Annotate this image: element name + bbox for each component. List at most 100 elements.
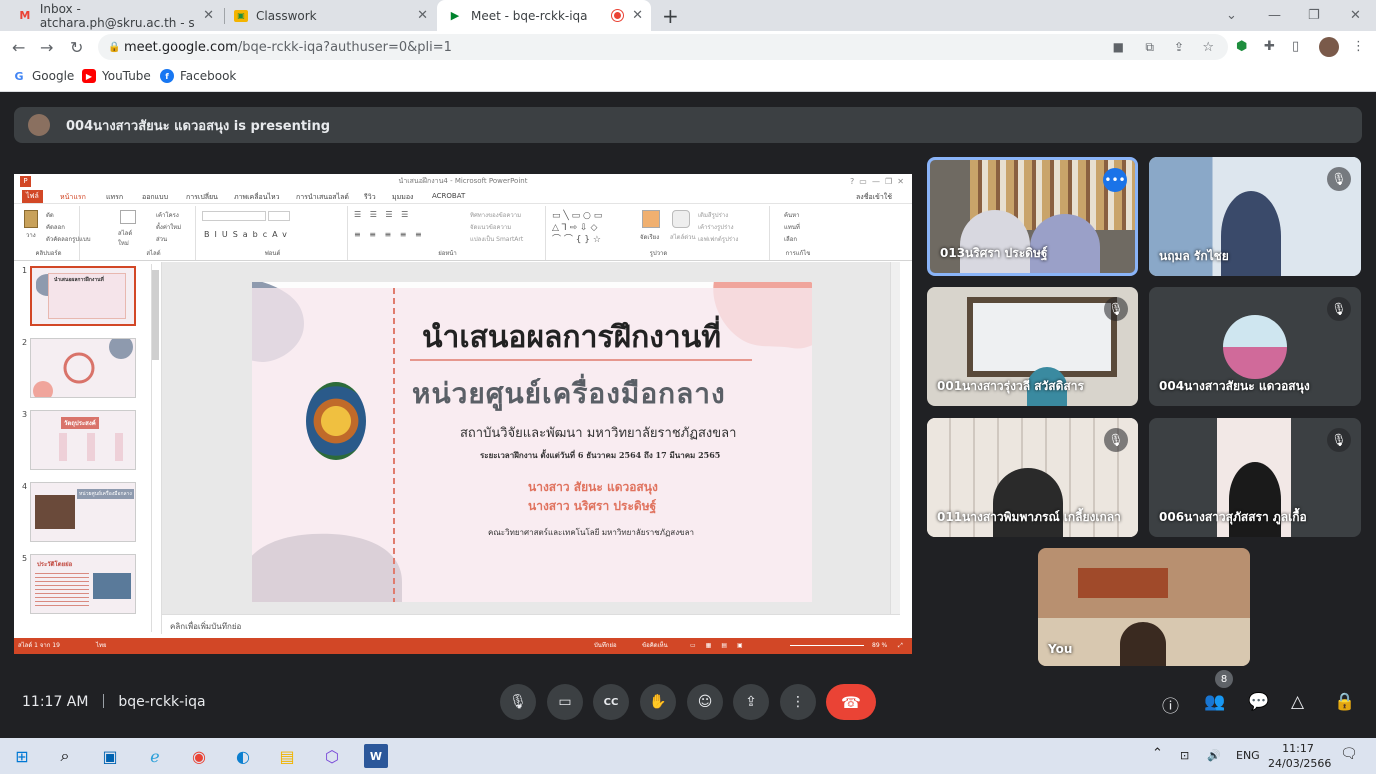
camera-icon[interactable]: ■ [1113, 40, 1124, 54]
ppt-tab-acrobat[interactable]: ACROBAT [432, 192, 465, 200]
tab-search-icon[interactable]: ⌄ [1226, 0, 1237, 31]
volume-icon[interactable]: 🔊 [1207, 749, 1221, 762]
ppt-tab-slideshow[interactable]: การนำเสนอสไลด์ [296, 192, 349, 203]
leave-call-button[interactable]: ☎ [826, 684, 876, 720]
back-icon[interactable]: ← [12, 38, 25, 57]
host-controls-icon[interactable]: 🔒 [1334, 692, 1355, 712]
arrange-icon[interactable] [642, 210, 660, 228]
participant-tile-5[interactable]: 🎙 011นางสาวพิมพาภรณ์ เกลี้ยงเกลา [927, 418, 1138, 537]
zoom-slider[interactable] [790, 645, 864, 646]
notes-pane[interactable]: คลิกเพื่อเพิ่มบันทึกย่อ [162, 614, 900, 634]
browser-menu-icon[interactable]: ⋮ [1352, 39, 1365, 54]
shapes-gallery[interactable]: ▭ ╲ ▭ ○ ▭ △ ⅂ ⇨ ⇩ ◇ ⌒ ⌒ { } ☆ [552, 210, 636, 245]
present-button[interactable]: ⇪ [733, 684, 769, 720]
bookmark-youtube[interactable]: ▶ YouTube [82, 69, 151, 83]
input-language[interactable]: ENG [1236, 749, 1260, 762]
minimize-button[interactable]: — [1268, 0, 1281, 31]
ppt-tab-design[interactable]: ออกแบบ [142, 192, 168, 203]
paragraph-icons[interactable]: ☰ ☰ ☰ ☰ [354, 210, 411, 219]
ie-icon[interactable]: ℯ [143, 744, 167, 768]
word-icon[interactable]: W [364, 744, 388, 768]
network-icon[interactable]: ⊡ [1180, 749, 1189, 762]
translate-icon[interactable]: ⧉ [1145, 40, 1154, 55]
close-tab-icon[interactable]: ✕ [632, 8, 643, 23]
app-icon[interactable]: ⬡ [320, 744, 344, 768]
chrome-icon[interactable]: ◉ [187, 744, 211, 768]
ppt-tab-view[interactable]: มุมมอง [392, 192, 413, 203]
bookmark-google[interactable]: G Google [12, 69, 74, 83]
ppt-tab-animations[interactable]: ภาพเคลื่อนไหว [234, 192, 280, 203]
activities-icon[interactable]: △ [1291, 692, 1304, 712]
search-icon[interactable]: ⌕ [53, 744, 77, 768]
ppt-tab-home[interactable]: หน้าแรก [60, 192, 86, 203]
share-icon[interactable]: ⇪ [1174, 40, 1184, 54]
new-tab-button[interactable]: + [662, 0, 679, 31]
ppt-tab-file[interactable]: ไฟล์ [22, 190, 43, 203]
slide-thumbnail-3[interactable]: วัตถุประสงค์ [30, 410, 136, 470]
more-options-button[interactable]: ⋮ [780, 684, 816, 720]
participant-tile-4[interactable]: 🎙 004นางสาวสัยนะ แดวอสนุง [1149, 287, 1361, 406]
camera-button[interactable]: ▭ [547, 684, 583, 720]
url-bar[interactable]: 🔒 meet.google.com/bqe-rckk-iqa?authuser=… [98, 34, 1228, 60]
captions-button[interactable]: CC [593, 684, 629, 720]
tab-classwork[interactable]: ▣ Classwork ✕ [224, 0, 436, 31]
file-explorer-icon[interactable]: ▤ [275, 744, 299, 768]
fit-slide-icon[interactable]: ⤢ [898, 638, 903, 654]
quick-styles-icon[interactable] [672, 210, 690, 228]
font-name-box[interactable] [202, 211, 266, 221]
canvas-scrollbar[interactable] [890, 262, 900, 614]
chat-icon[interactable]: 💬 [1248, 692, 1269, 712]
forward-icon[interactable]: → [40, 38, 53, 57]
edge-icon[interactable]: ◐ [231, 744, 255, 768]
extensions-puzzle-icon[interactable]: ✚ [1264, 39, 1275, 54]
slide-canvas[interactable]: นำเสนอผลการฝึกงานที่ หน่วยศูนย์เครื่องมื… [162, 262, 900, 614]
participant-tile-6[interactable]: 🎙 006นางสาวสุภัสสรา ภูลเกื้อ [1149, 418, 1361, 537]
ppt-tab-insert[interactable]: แทรก [106, 192, 123, 203]
notifications-icon[interactable]: 🗨 [1340, 746, 1358, 762]
profile-avatar[interactable] [1319, 37, 1339, 57]
slide-thumbnail-5[interactable]: ประวัติโดยย่อ [30, 554, 136, 614]
more-options-icon[interactable]: ••• [1103, 168, 1127, 192]
thumb-scrollbar[interactable] [151, 264, 159, 632]
bookmark-facebook[interactable]: f Facebook [160, 69, 236, 83]
tab-gmail[interactable]: M Inbox - atchara.ph@skru.ac.th - s ✕ [8, 0, 222, 31]
font-size-box[interactable] [268, 211, 290, 221]
people-icon[interactable]: 👥 [1204, 692, 1225, 712]
maximize-button[interactable]: ❐ [1308, 0, 1320, 31]
view-buttons[interactable]: ▭▦▤▣ [690, 638, 753, 654]
align-icons[interactable]: ≡ ≡ ≡ ≡ ≡ [354, 230, 425, 239]
participant-tile-1[interactable]: ••• 013นริศรา ประดิษฐ์ [927, 157, 1138, 276]
bookmark-star-icon[interactable]: ☆ [1202, 40, 1214, 55]
microphone-button[interactable]: 🎙 [500, 684, 536, 720]
tray-chevron-icon[interactable]: ⌃ [1152, 746, 1163, 761]
new-slide-icon[interactable] [120, 210, 136, 224]
taskbar-clock[interactable]: 11:17 24/03/2566 [1268, 741, 1331, 771]
participant-tile-2[interactable]: 🎙 นฤมล รักไชย [1149, 157, 1361, 276]
reload-icon[interactable]: ↻ [70, 38, 83, 57]
participant-tile-3[interactable]: 🎙 001นางสาวรุ่งวลี สวัสดิสาร [927, 287, 1138, 406]
ppt-login[interactable]: ลงชื่อเข้าใช้ [856, 192, 892, 203]
paste-icon[interactable] [24, 210, 38, 228]
close-tab-icon[interactable]: ✕ [417, 8, 428, 23]
extension-shield-icon[interactable]: ⬢ [1236, 39, 1247, 54]
shared-screen[interactable]: P นำเสนอฝึกงาน4 - Microsoft PowerPoint ?… [14, 174, 912, 654]
slide-thumbnail-1[interactable]: นำเสนอผลการฝึกงานที่ [30, 266, 136, 326]
font-format-icons[interactable]: BIUSabcAv [204, 230, 292, 239]
close-window-button[interactable]: ✕ [1350, 0, 1361, 31]
slide-thumbnail-4[interactable]: หน่วยศูนย์เครื่องมือกลาง [30, 482, 136, 542]
store-icon[interactable]: ▣ [98, 744, 122, 768]
group-drawing: ▭ ╲ ▭ ○ ▭ △ ⅂ ⇨ ⇩ ◇ ⌒ ⌒ { } ☆ จัดเรียง สไต… [548, 206, 770, 260]
close-tab-icon[interactable]: ✕ [203, 8, 214, 23]
ppt-tab-transitions[interactable]: การเปลี่ยน [186, 192, 218, 203]
ppt-tab-review[interactable]: รีวิว [364, 192, 376, 203]
tab-meet[interactable]: ▶ Meet - bqe-rckk-iqa ✕ [437, 0, 651, 31]
slide-period: ระยะเวลาฝึกงาน ตั้งแต่วันที่ 6 ธันวาคม 2… [480, 450, 721, 460]
raise-hand-button[interactable]: ✋ [640, 684, 676, 720]
meeting-info-icon[interactable]: ⓘ [1162, 692, 1179, 717]
self-view-tile[interactable]: You [1038, 548, 1250, 666]
slide-thumbnail-2[interactable] [30, 338, 136, 398]
reactions-button[interactable]: ☺ [687, 684, 723, 720]
side-panel-icon[interactable]: ▯ [1292, 39, 1299, 54]
windows-start-icon[interactable]: ⊞ [10, 744, 34, 768]
current-slide[interactable]: นำเสนอผลการฝึกงานที่ หน่วยศูนย์เครื่องมื… [252, 282, 812, 602]
